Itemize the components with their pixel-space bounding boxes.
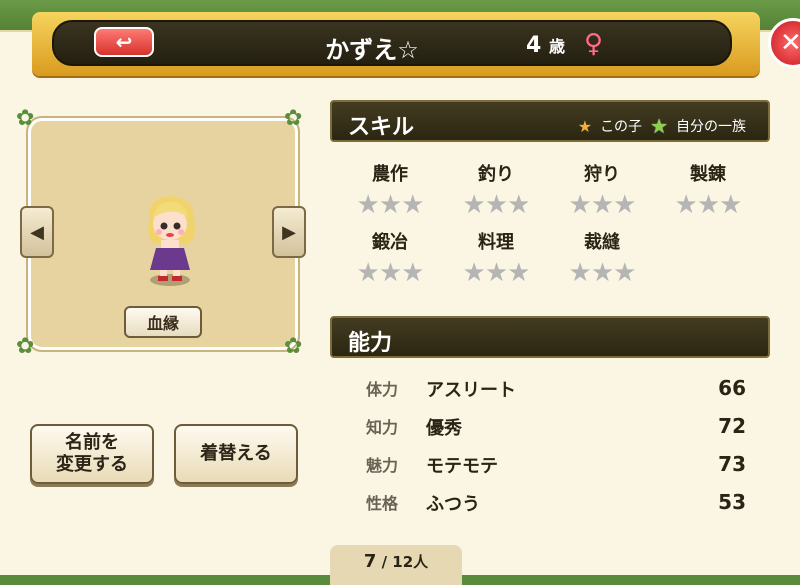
skill-stars: ★★★ bbox=[462, 190, 531, 220]
skill-item: 裁縫 ★★★ bbox=[552, 228, 652, 288]
legend-clan-label: 自分の一族 bbox=[676, 119, 746, 135]
skill-label: 農作 bbox=[372, 164, 408, 185]
skill-label: 製錬 bbox=[690, 164, 726, 185]
character-avatar bbox=[148, 196, 195, 286]
star-orange-icon: ★ bbox=[577, 116, 593, 136]
skills-legend: ★ この子 ★ 自分の一族 bbox=[578, 114, 746, 138]
skill-item: 狩り ★★★ bbox=[552, 160, 652, 220]
page-sep: / bbox=[376, 553, 393, 571]
ability-value: ふつう bbox=[426, 494, 480, 515]
skill-stars: ★★★ bbox=[674, 190, 743, 220]
skill-stars: ★★★ bbox=[356, 258, 425, 288]
legend-self-label: この子 bbox=[600, 119, 643, 135]
skill-item: 製錬 ★★★ bbox=[658, 160, 758, 220]
back-button[interactable]: ↩ bbox=[94, 27, 154, 57]
skill-item: 釣り ★★★ bbox=[446, 160, 546, 220]
ability-key: 知力 bbox=[366, 418, 399, 437]
ability-key: 魅力 bbox=[366, 456, 399, 475]
leaf-icon: ✿ bbox=[284, 334, 303, 359]
age-number: 4 bbox=[526, 33, 542, 58]
skill-label: 釣り bbox=[478, 164, 514, 185]
ability-value: アスリート bbox=[426, 380, 516, 401]
ability-value: モテモテ bbox=[426, 456, 498, 477]
back-arrow-icon: ↩ bbox=[115, 30, 133, 54]
skill-item: 料理 ★★★ bbox=[446, 228, 546, 288]
character-name: かずえ☆ bbox=[325, 36, 419, 64]
ability-number: 72 bbox=[718, 414, 746, 438]
leaf-icon: ✿ bbox=[16, 334, 35, 359]
rename-label-line1: 名前を bbox=[65, 432, 119, 453]
ability-row: 魅力 モテモテ 73 bbox=[366, 452, 746, 482]
skill-label: 鍛冶 bbox=[372, 232, 408, 253]
next-character-button[interactable]: ▶ bbox=[272, 206, 306, 258]
rename-button[interactable]: 名前を 変更する bbox=[30, 424, 154, 484]
female-icon: ♀ bbox=[584, 29, 604, 59]
abilities-header: 能力 bbox=[330, 316, 770, 358]
ability-number: 73 bbox=[718, 452, 746, 476]
skill-item: 鍛冶 ★★★ bbox=[340, 228, 440, 288]
prev-character-button[interactable]: ◀ bbox=[20, 206, 54, 258]
leaf-icon: ✿ bbox=[284, 106, 303, 131]
ability-value: 優秀 bbox=[426, 418, 462, 439]
chevron-right-icon: ▶ bbox=[282, 221, 296, 243]
ability-row: 性格 ふつう 53 bbox=[366, 490, 746, 520]
star-green-icon: ★ bbox=[650, 114, 668, 138]
skill-label: 裁縫 bbox=[584, 232, 620, 253]
skill-label: 料理 bbox=[478, 232, 514, 253]
skills-header: スキル ★ この子 ★ 自分の一族 bbox=[330, 100, 770, 142]
skill-stars: ★★★ bbox=[462, 258, 531, 288]
close-icon: ✕ bbox=[780, 28, 800, 58]
page-current: 7 bbox=[363, 551, 377, 572]
ability-key: 体力 bbox=[366, 380, 399, 399]
skill-label: 狩り bbox=[584, 164, 620, 185]
abilities-title: 能力 bbox=[348, 331, 393, 356]
leaf-icon: ✿ bbox=[16, 106, 35, 131]
character-age: 4 歳 bbox=[526, 33, 565, 58]
rename-label-line2: 変更する bbox=[56, 454, 128, 475]
chevron-left-icon: ◀ bbox=[30, 221, 44, 243]
ability-key: 性格 bbox=[366, 494, 399, 513]
skill-stars: ★★★ bbox=[568, 190, 637, 220]
age-unit: 歳 bbox=[548, 37, 565, 56]
ability-number: 66 bbox=[718, 376, 746, 400]
change-clothes-button[interactable]: 着替える bbox=[174, 424, 298, 484]
ability-number: 53 bbox=[718, 490, 746, 514]
page-indicator: 7 / 12人 bbox=[330, 545, 462, 585]
skills-title: スキル bbox=[348, 115, 415, 140]
ability-row: 知力 優秀 72 bbox=[366, 414, 746, 444]
skill-item: 農作 ★★★ bbox=[340, 160, 440, 220]
page-total: 12人 bbox=[392, 553, 429, 571]
skill-stars: ★★★ bbox=[356, 190, 425, 220]
lineage-button[interactable]: 血縁 bbox=[124, 306, 202, 338]
skill-stars: ★★★ bbox=[568, 258, 637, 288]
ability-row: 体力 アスリート 66 bbox=[366, 376, 746, 406]
